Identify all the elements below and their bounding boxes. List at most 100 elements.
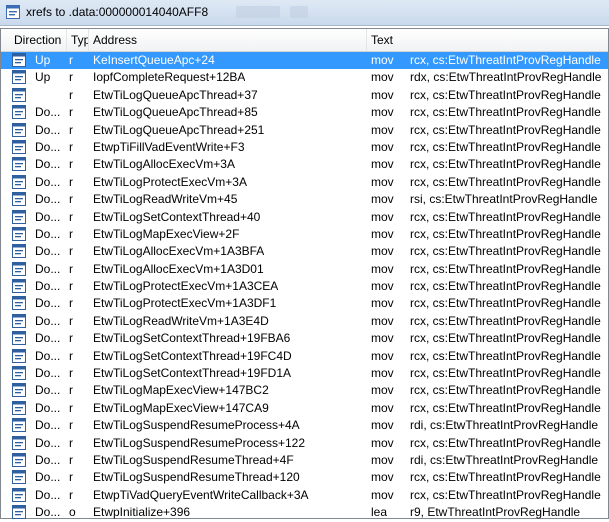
- table-row[interactable]: Do... r EtwTiLogSetContextThread+19FBA6 mov…: [1, 330, 608, 347]
- row-direction: Do...: [35, 209, 61, 224]
- table-row[interactable]: r EtwTiLogQueueApcThread+37 mov rcx, cs:Etw…: [1, 87, 608, 104]
- xref-row-icon: [12, 53, 26, 67]
- table-row[interactable]: Do... r EtwTiLogSetContextThread+19FC4D mov…: [1, 348, 608, 365]
- row-type: r: [69, 348, 73, 363]
- xref-row-icon: [12, 400, 26, 415]
- row-type: r: [69, 244, 73, 259]
- row-address: EtwTiLogMapExecView+147BC2: [93, 383, 269, 398]
- table-row[interactable]: Up r IopfCompleteRequest+12BA mov rdx, cs:Et…: [1, 69, 608, 86]
- xref-row-icon: [12, 313, 26, 328]
- xref-row-icon: [12, 261, 26, 276]
- row-address: EtwTiLogQueueApcThread+37: [93, 87, 258, 102]
- table-row[interactable]: Do... r EtwTiLogMapExecView+147CA9 mov rcx, …: [1, 400, 608, 417]
- title-ghost-shape: [236, 6, 280, 18]
- row-direction: Do...: [35, 261, 61, 276]
- row-operands: rcx, cs:EtwThreatIntProvRegHandle: [410, 139, 601, 154]
- xref-row-icon: [12, 418, 26, 433]
- row-type: r: [69, 296, 73, 311]
- row-direction: Do...: [35, 244, 61, 259]
- xref-row-icon: [12, 348, 26, 363]
- table-row[interactable]: Do... r EtwTiLogSuspendResumeThread+4F mov r…: [1, 452, 608, 469]
- row-type: r: [69, 226, 73, 241]
- row-operands: rcx, cs:EtwThreatIntProvRegHandle: [410, 53, 601, 67]
- xref-row-icon: [12, 383, 26, 398]
- row-mnemonic: mov: [371, 383, 394, 398]
- row-direction: Do...: [35, 279, 61, 294]
- xref-row-icon: [12, 505, 26, 520]
- table-row[interactable]: Do... r EtwTiLogSetContextThread+40 mov rcx,…: [1, 209, 608, 226]
- row-address: EtwTiLogReadWriteVm+45: [93, 192, 238, 207]
- row-address: EtwTiLogSuspendResumeThread+4F: [93, 452, 294, 467]
- row-type: r: [69, 313, 73, 328]
- column-header-text[interactable]: Text: [367, 29, 608, 51]
- xref-row-icon: [12, 139, 26, 154]
- row-mnemonic: mov: [371, 122, 394, 137]
- row-operands: rdx, cs:EtwThreatIntProvRegHandle: [410, 70, 602, 85]
- column-header-type[interactable]: Typ: [67, 29, 89, 51]
- row-direction: Do...: [35, 226, 61, 241]
- row-operands: rcx, cs:EtwThreatIntProvRegHandle: [410, 487, 601, 502]
- row-direction: Do...: [35, 122, 61, 137]
- row-type: r: [69, 209, 73, 224]
- row-operands: rcx, cs:EtwThreatIntProvRegHandle: [410, 226, 601, 241]
- table-row[interactable]: Up r KeInsertQueueApc+24 mov rcx, cs:EtwThre…: [1, 52, 608, 70]
- table-row[interactable]: Do... r EtwTiLogProtectExecVm+3A mov rcx, cs…: [1, 174, 608, 191]
- row-type: r: [69, 261, 73, 276]
- row-operands: rcx, cs:EtwThreatIntProvRegHandle: [410, 244, 601, 259]
- table-row[interactable]: Do... r EtwTiLogReadWriteVm+1A3E4D mov rcx, …: [1, 313, 608, 330]
- xref-row-icon: [12, 331, 26, 346]
- xref-row-icon: [12, 174, 26, 189]
- row-operands: rcx, cs:EtwThreatIntProvRegHandle: [410, 435, 601, 450]
- xref-row-icon: [12, 366, 26, 381]
- row-type: r: [69, 366, 73, 381]
- title-ghost-shape: [290, 6, 308, 18]
- table-row[interactable]: Do... r EtwTiLogSuspendResumeThread+120 mov…: [1, 469, 608, 486]
- table-row[interactable]: Do... r EtwpTiFillVadEventWrite+F3 mov rcx, …: [1, 139, 608, 156]
- title-bar[interactable]: xrefs to .data:000000014040AFF8: [0, 0, 609, 26]
- row-mnemonic: mov: [371, 174, 394, 189]
- xref-row-icon: [12, 87, 26, 102]
- table-row[interactable]: Do... r EtwTiLogProtectExecVm+1A3DF1 mov rcx…: [1, 295, 608, 312]
- row-address: EtwTiLogQueueApcThread+85: [93, 105, 258, 120]
- table-row[interactable]: Do... r EtwTiLogAllocExecVm+1A3BFA mov rcx, …: [1, 243, 608, 260]
- table-row[interactable]: Do... r EtwTiLogAllocExecVm+1A3D01 mov rcx, …: [1, 261, 608, 278]
- table-row[interactable]: Do... r EtwTiLogMapExecView+2F mov rcx, cs:E…: [1, 226, 608, 243]
- row-type: r: [69, 331, 73, 346]
- row-direction: Do...: [35, 139, 61, 154]
- column-header-direction[interactable]: Direction: [1, 29, 67, 51]
- table-row[interactable]: Do... r EtwTiLogProtectExecVm+1A3CEA mov rcx…: [1, 278, 608, 295]
- row-address: EtwTiLogSuspendResumeProcess+122: [93, 435, 306, 450]
- table-row[interactable]: Do... r EtwTiLogSetContextThread+19FD1A mov…: [1, 365, 608, 382]
- row-operands: rcx, cs:EtwThreatIntProvRegHandle: [410, 174, 601, 189]
- row-type: r: [69, 470, 73, 485]
- table-row[interactable]: Do... r EtwTiLogQueueApcThread+251 mov rcx, …: [1, 122, 608, 139]
- xrefs-list[interactable]: Direction Typ Address Text Up r KeInsertQu…: [0, 28, 609, 520]
- row-address: EtwTiLogAllocExecVm+3A: [93, 157, 235, 172]
- row-mnemonic: mov: [371, 279, 394, 294]
- xref-row-icon: [12, 122, 26, 137]
- row-mnemonic: mov: [371, 157, 394, 172]
- table-row[interactable]: Do... r EtwTiLogSuspendResumeProcess+122 mo…: [1, 435, 608, 452]
- table-row[interactable]: Do... r EtwTiLogSuspendResumeProcess+4A mov…: [1, 417, 608, 434]
- row-address: EtwTiLogProtectExecVm+1A3CEA: [93, 279, 279, 294]
- row-direction: Do...: [35, 452, 61, 467]
- row-mnemonic: mov: [371, 313, 394, 328]
- column-header-address[interactable]: Address: [89, 29, 367, 51]
- row-address: EtwTiLogMapExecView+2F: [93, 226, 240, 241]
- list-header: Direction Typ Address Text: [1, 29, 608, 52]
- row-mnemonic: mov: [371, 105, 394, 120]
- table-row[interactable]: Do... r EtwTiLogAllocExecVm+3A mov rcx, cs:E…: [1, 156, 608, 173]
- table-row[interactable]: Do... r EtwpTiVadQueryEventWriteCallback+3…: [1, 487, 608, 504]
- xrefs-window-icon: [6, 5, 20, 19]
- table-row[interactable]: Do... r EtwTiLogReadWriteVm+45 mov rsi, cs:E…: [1, 191, 608, 208]
- row-type: r: [69, 192, 73, 207]
- row-address: EtwTiLogMapExecView+147CA9: [93, 400, 269, 415]
- row-mnemonic: mov: [371, 261, 394, 276]
- table-row[interactable]: Do... r EtwTiLogQueueApcThread+85 mov rcx, c…: [1, 104, 608, 121]
- table-row[interactable]: Do... r EtwTiLogMapExecView+147BC2 mov rcx, …: [1, 382, 608, 399]
- row-operands: rcx, cs:EtwThreatIntProvRegHandle: [410, 296, 601, 311]
- xref-row-icon: [12, 244, 26, 259]
- row-mnemonic: mov: [371, 348, 394, 363]
- row-address: EtwTiLogSuspendResumeThread+120: [93, 470, 300, 485]
- row-operands: rcx, cs:EtwThreatIntProvRegHandle: [410, 470, 601, 485]
